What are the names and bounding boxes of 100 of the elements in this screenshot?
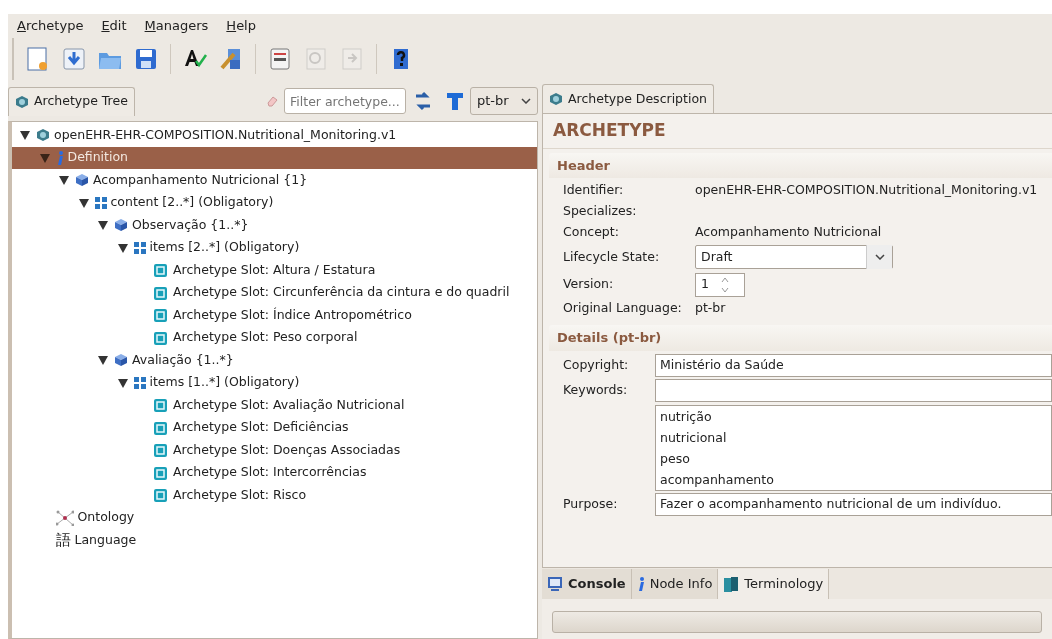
tree-label: openEHR-EHR-COMPOSITION.Nutritional_Monitoring.v1 [54, 125, 397, 144]
field-label: Original Language: [563, 299, 683, 318]
language-select[interactable]: pt-br [470, 87, 538, 115]
menu-item[interactable]: Edit [101, 16, 127, 36]
section-heading: ARCHETYPE [543, 114, 1052, 149]
menu-item[interactable]: Managers [144, 16, 209, 36]
panel-tab[interactable]: Archetype Tree [8, 86, 135, 116]
field-label: Keywords: [563, 380, 629, 399]
slot-cube-icon [153, 284, 169, 301]
menu-item[interactable]: Archetype [17, 16, 84, 36]
tree-item[interactable]: items [2..*] (Obligatory) [12, 236, 537, 259]
version-spinner[interactable]: 1 [695, 272, 745, 297]
tree-item[interactable]: Archetype Slot: Avaliação Nutricional [12, 394, 537, 417]
tree-item[interactable]: Ontology [12, 506, 537, 529]
tree-label: Avaliação {1..*} [132, 350, 234, 369]
slot-cube-icon [153, 442, 169, 459]
tree-label: Observação {1..*} [132, 215, 249, 234]
field-label: Identifier: [563, 181, 625, 200]
tree-label: Archetype Slot: Índice Antropométrico [173, 305, 412, 324]
menu-item[interactable]: Help [226, 16, 256, 36]
tree-item[interactable]: Archetype Slot: Deficiências [12, 416, 537, 439]
tree-item[interactable]: Observação {1..*} [12, 214, 537, 237]
keyword-item[interactable]: nutricional [660, 426, 1047, 448]
tree-item[interactable]: Archetype Slot: Doenças Associadas [12, 439, 537, 462]
keyword-item[interactable]: acompanhamento [660, 468, 1047, 490]
tree-label: items [1..*] (Obligatory) [149, 373, 300, 392]
chevron-down-icon [874, 254, 885, 260]
hexagon-icon [549, 92, 563, 106]
collapse-triangle-icon [117, 377, 128, 388]
cube-icon [114, 353, 128, 368]
lifecycle-select[interactable]: Draft [695, 245, 893, 269]
collapse-triangle-icon [20, 130, 30, 141]
network-icon [55, 509, 74, 526]
document-icon [267, 46, 293, 72]
keyword-item[interactable]: nutrição [660, 405, 1047, 427]
field-label: Concept: [563, 223, 620, 242]
import-icon [61, 46, 87, 72]
tree-label: Definition [67, 148, 129, 167]
panel-tab[interactable]: Terminology [718, 569, 830, 599]
tree-label: Archetype Slot: Doenças Associadas [173, 440, 401, 459]
tree-item[interactable]: Archetype Slot: Intercorrências [12, 461, 537, 484]
tree-label: content [2..*] (Obligatory) [110, 193, 274, 212]
grid-icon [133, 241, 146, 254]
field-value: Acompanhamento Nutricional [695, 223, 882, 242]
slot-cube-icon [153, 307, 169, 324]
slot-cube-icon [153, 329, 169, 346]
group-title: Details (pt-br) [549, 325, 1052, 351]
keyword-item[interactable]: peso [660, 447, 1047, 469]
search-icon [303, 46, 329, 72]
text-field[interactable]: Fazer o acompanhamento nutricional de um indivíduo. [655, 492, 1052, 516]
language-icon: 語 [55, 529, 71, 552]
export-icon [339, 46, 365, 72]
filter-field[interactable]: Filter archetype... [284, 88, 406, 114]
tree-item[interactable]: Acompanhamento Nutricional {1} [12, 169, 537, 192]
tree-item[interactable]: Definition [12, 146, 537, 169]
text-field[interactable] [655, 378, 1052, 402]
tree-item[interactable]: openEHR-EHR-COMPOSITION.Nutritional_Monitoring.v1 [12, 124, 537, 147]
tree-label: Acompanhamento Nutricional {1} [93, 170, 308, 189]
slot-cube-icon [153, 464, 169, 481]
tree-item[interactable]: 語 Language [12, 529, 537, 552]
chevron-down-icon [521, 98, 531, 104]
book-icon [723, 575, 740, 593]
tree-label: Language [74, 530, 137, 549]
console-field[interactable] [552, 611, 1042, 633]
tree-item[interactable]: content [2..*] (Obligatory) [12, 191, 537, 214]
grid-icon [133, 376, 146, 389]
field-label: Version: [563, 275, 615, 294]
panel-tab[interactable]: Node Info [631, 569, 719, 599]
text-field[interactable]: Ministério da Saúde [655, 353, 1052, 377]
field-value: openEHR-EHR-COMPOSITION.Nutritional_Monitoring.v1 [695, 181, 1038, 200]
t-icon [446, 91, 464, 111]
tree-item[interactable]: Archetype Slot: Altura / Estatura [12, 259, 537, 282]
collapse-triangle-icon [117, 242, 128, 253]
tree-item[interactable]: Archetype Slot: Índice Antropométrico [12, 304, 537, 327]
panel-tab[interactable]: Archetype Description [542, 84, 714, 113]
slot-cube-icon [153, 419, 169, 436]
field-value: pt-br [695, 299, 726, 318]
collapse-triangle-icon [98, 355, 108, 366]
tree-label: items [2..*] (Obligatory) [149, 238, 300, 257]
tree-item[interactable]: Archetype Slot: Peso corporal [12, 326, 537, 349]
tree-item[interactable]: Archetype Slot: Circunferência da cintura e do quadril [12, 281, 537, 304]
tree-item[interactable]: Archetype Slot: Risco [12, 484, 537, 507]
cube-icon [114, 218, 128, 233]
tree-item[interactable]: Avaliação {1..*} [12, 349, 537, 372]
slot-cube-icon [153, 262, 169, 279]
save-icon [133, 46, 159, 72]
hexagon-icon [15, 94, 29, 109]
info-icon [55, 149, 64, 166]
field-label: Specializes: [563, 202, 638, 221]
tree-label: Archetype Slot: Avaliação Nutricional [173, 395, 405, 414]
collapse-triangle-icon [98, 220, 108, 231]
panel-tab[interactable]: Console [542, 569, 632, 599]
group-title: Header [549, 152, 1052, 178]
tree-label: Archetype Slot: Deficiências [173, 418, 349, 437]
tree-item[interactable]: items [1..*] (Obligatory) [12, 371, 537, 394]
slot-cube-icon [153, 487, 169, 504]
tree-label: Ontology [77, 508, 135, 527]
field-label: Purpose: [563, 494, 619, 513]
hexagon-icon [36, 128, 50, 143]
tree-label: Archetype Slot: Intercorrências [173, 463, 367, 482]
